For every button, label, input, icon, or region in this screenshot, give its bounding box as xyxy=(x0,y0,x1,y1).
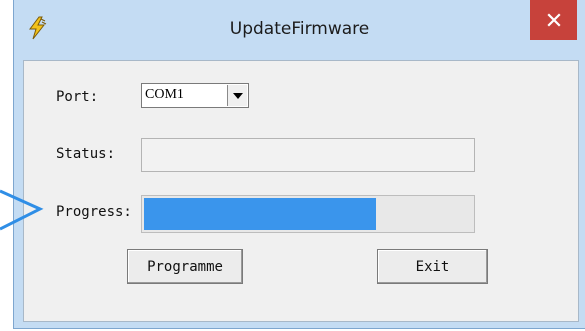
update-firmware-window: UpdateFirmware Port: COM1 Status: Progre… xyxy=(13,0,585,329)
title-bar[interactable]: UpdateFirmware xyxy=(14,0,585,60)
programme-button[interactable]: Programme xyxy=(127,249,243,284)
triangle-down-icon xyxy=(232,92,243,99)
screenshot-stage: UpdateFirmware Port: COM1 Status: Progre… xyxy=(0,0,585,331)
status-field xyxy=(141,138,475,172)
dialog-client-area: Port: COM1 Status: Progress: Programme E… xyxy=(23,60,579,322)
exit-button[interactable]: Exit xyxy=(377,249,488,284)
port-select[interactable]: COM1 xyxy=(141,83,249,108)
port-label: Port: xyxy=(56,89,99,105)
port-selected-value: COM1 xyxy=(145,87,184,102)
close-button[interactable] xyxy=(530,0,577,40)
progress-bar xyxy=(141,195,475,233)
status-label: Status: xyxy=(56,146,116,162)
callout-arrow-icon xyxy=(0,189,44,231)
window-title: UpdateFirmware xyxy=(229,19,370,39)
port-dropdown-button[interactable] xyxy=(227,85,247,106)
progress-label: Progress: xyxy=(56,204,132,220)
close-icon xyxy=(546,13,561,27)
progress-bar-fill xyxy=(144,198,376,230)
